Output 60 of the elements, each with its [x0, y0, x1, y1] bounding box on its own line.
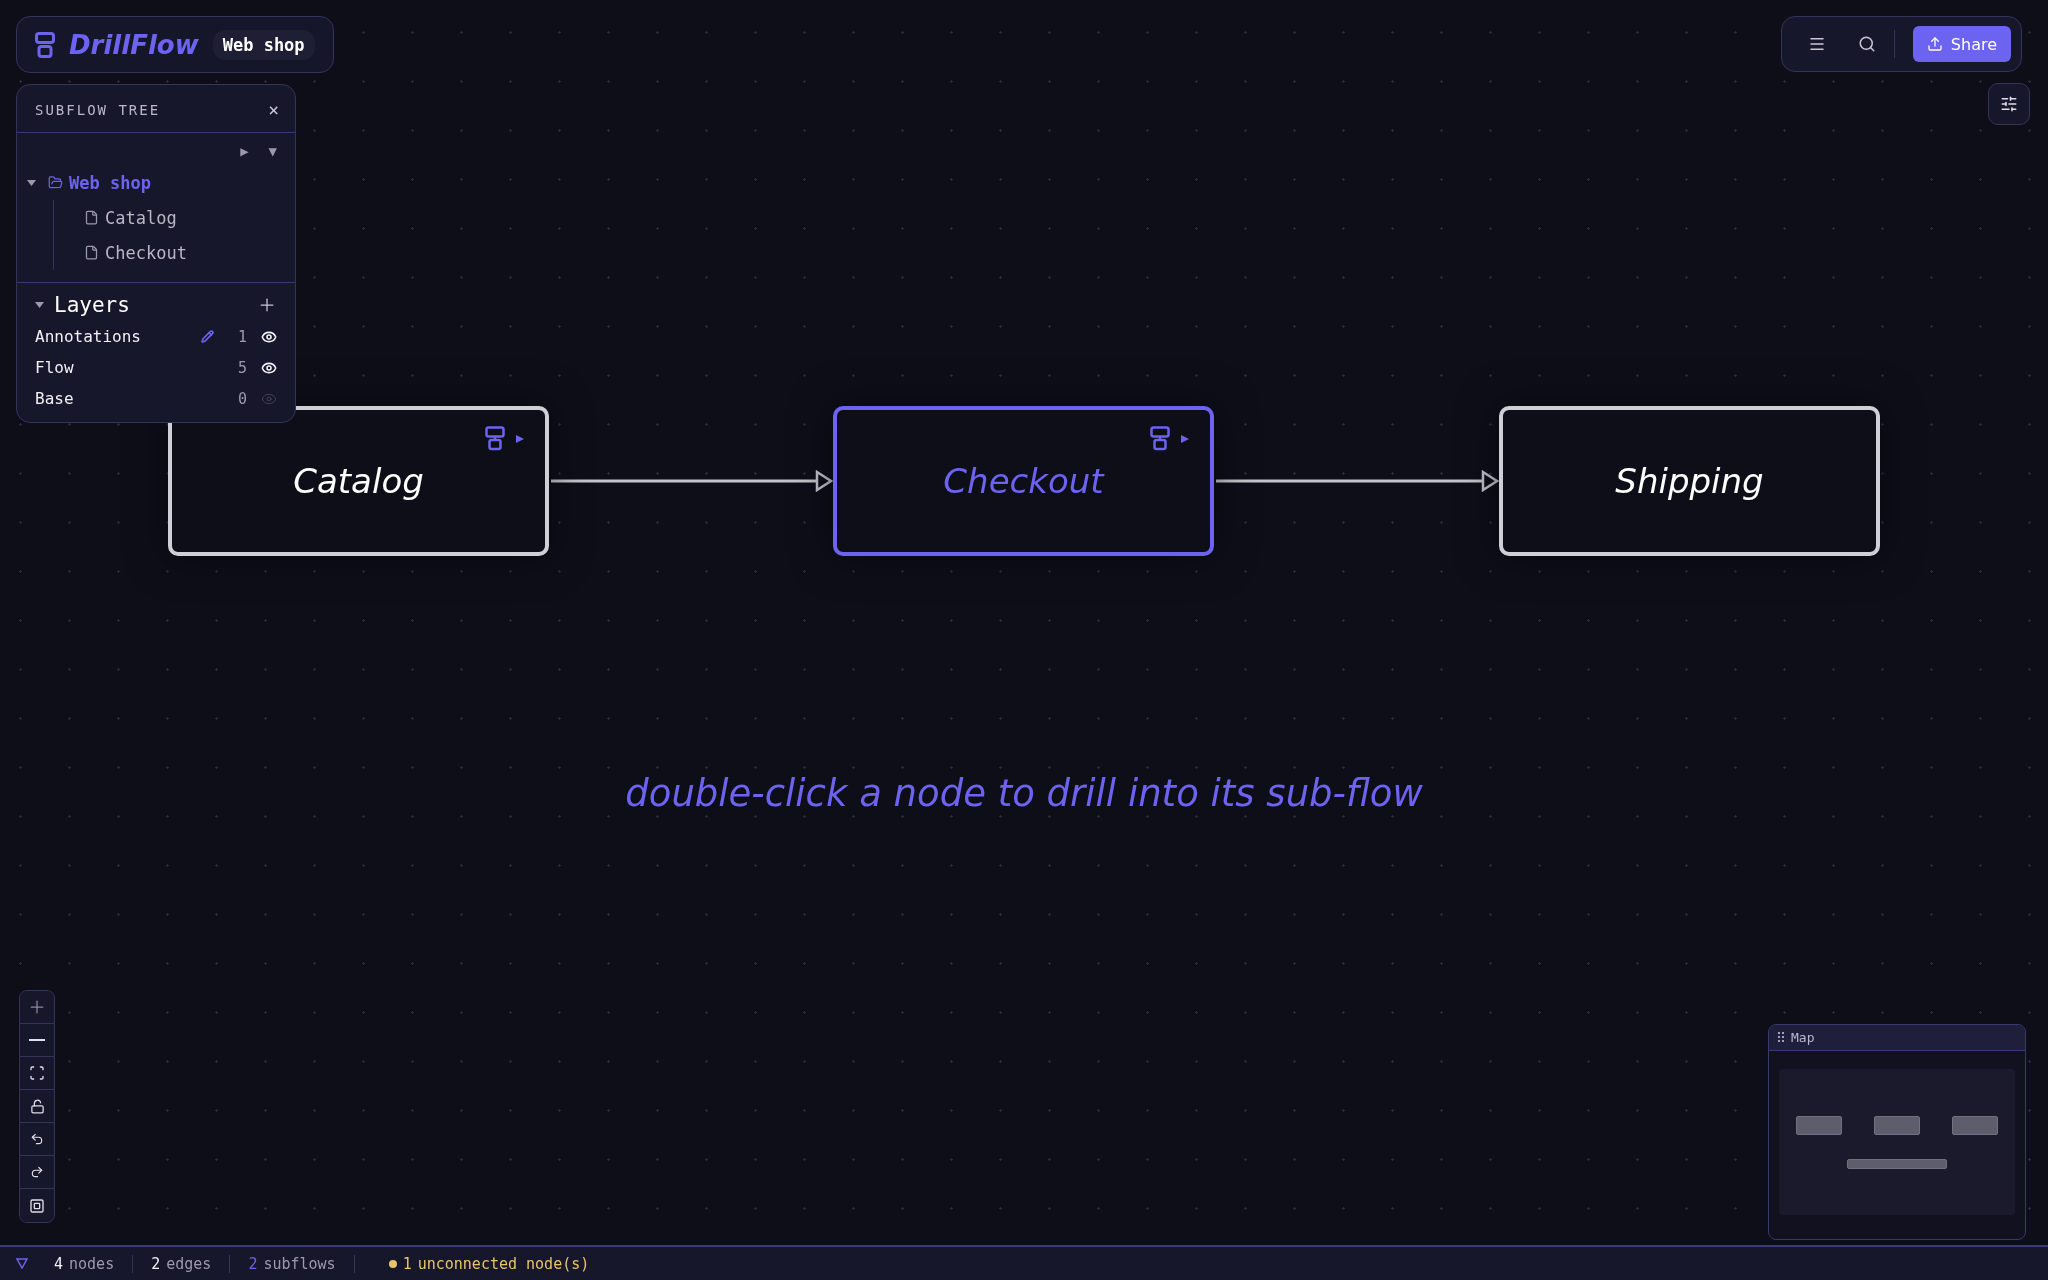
flow-node[interactable]: Catalog	[168, 406, 549, 556]
upload-icon	[1926, 36, 1943, 52]
status-label: subflows	[263, 1254, 336, 1273]
subflow-icon[interactable]	[485, 426, 525, 452]
node-label: Checkout	[943, 461, 1104, 501]
settings-button[interactable]	[1988, 83, 2030, 125]
section-title: Layers	[54, 293, 131, 317]
status-label: nodes	[69, 1254, 115, 1273]
layer-name[interactable]: Annotations	[35, 327, 201, 346]
layer-count: 1	[236, 327, 247, 346]
status-count: 1	[402, 1254, 412, 1273]
search-icon[interactable]	[1857, 35, 1876, 53]
filter-icon[interactable]	[16, 1258, 28, 1269]
folder-icon	[48, 175, 63, 190]
status-count: 2	[248, 1254, 258, 1273]
square-icon	[29, 1197, 45, 1214]
logo-icon	[35, 31, 55, 58]
file-icon	[84, 210, 99, 225]
breadcrumb[interactable]: Web shop	[212, 29, 315, 60]
tree-item[interactable]: Checkout	[105, 242, 187, 263]
expand-all-button[interactable]: ▼	[268, 143, 277, 159]
drag-handle-icon[interactable]	[1778, 1032, 1785, 1043]
redo-icon	[30, 1165, 44, 1179]
caret-icon[interactable]	[35, 301, 44, 309]
sliders-icon	[2000, 95, 2018, 113]
undo-icon	[30, 1132, 44, 1146]
fit-view-icon	[29, 1065, 45, 1081]
pencil-icon	[201, 330, 214, 343]
minimap-node	[1952, 1115, 1998, 1135]
annotation-text: double-click a node to drill into its sub-flow	[625, 772, 1423, 815]
status-label: edges	[166, 1254, 212, 1273]
close-button[interactable]: ×	[268, 99, 279, 120]
node-label: Shipping	[1615, 461, 1764, 501]
tree-item[interactable]: Catalog	[105, 207, 177, 228]
collapse-all-button[interactable]: ▶	[240, 143, 249, 159]
status-count: 2	[151, 1254, 161, 1273]
status-count: 4	[54, 1254, 64, 1273]
layer-count: 0	[236, 389, 247, 408]
node-label: Catalog	[293, 461, 424, 501]
menu-icon[interactable]	[1807, 35, 1826, 53]
share-button[interactable]: Share	[1912, 26, 2011, 62]
lock-icon	[29, 1098, 45, 1114]
minimap[interactable]: Map	[1768, 1024, 2026, 1240]
caret-icon[interactable]	[27, 178, 36, 187]
app-logo: DrillFlow	[69, 29, 199, 60]
flow-node[interactable]: Shipping	[1499, 406, 1880, 556]
status-label: unconnected node(s)	[417, 1254, 590, 1273]
file-icon	[84, 245, 99, 260]
warning-dot	[388, 1259, 397, 1268]
minimap-node	[1796, 1115, 1842, 1135]
layer-name[interactable]: Flow	[35, 358, 201, 377]
flow-node[interactable]: Checkout	[833, 406, 1214, 556]
minimap-node	[1874, 1115, 1920, 1135]
tree-item[interactable]: Web shop	[69, 172, 151, 193]
subflow-icon[interactable]	[1150, 426, 1190, 452]
layer-count: 5	[236, 358, 247, 377]
minimap-title: Map	[1791, 1030, 1815, 1045]
minus-icon	[29, 1039, 45, 1041]
panel-title: SUBFLOW TREE	[35, 101, 161, 118]
layer-name[interactable]: Base	[35, 389, 201, 408]
